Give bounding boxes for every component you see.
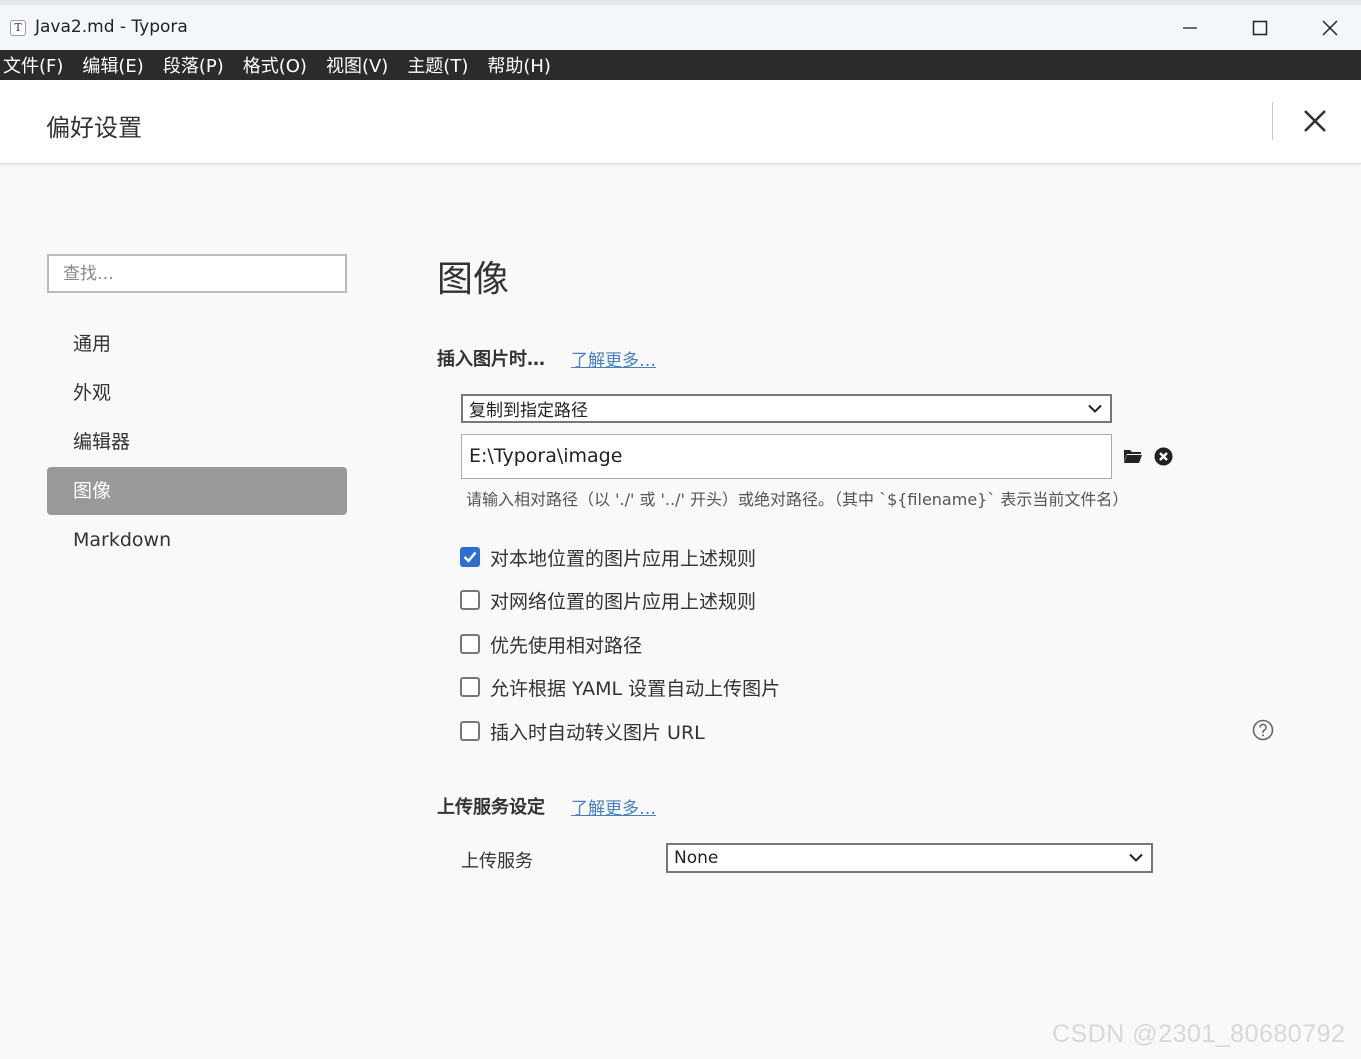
question-circle-icon <box>1252 719 1274 741</box>
option-label: 允许根据 YAML 设置自动上传图片 <box>490 677 781 700</box>
preferences-title: 偏好设置 <box>46 114 142 142</box>
maximize-button[interactable] <box>1230 10 1290 46</box>
insert-action-select[interactable]: 复制到指定路径 <box>461 394 1112 423</box>
sidebar-item-editor[interactable]: 编辑器 <box>47 418 347 466</box>
preferences-header: 偏好设置 <box>0 80 1361 164</box>
image-path-input[interactable]: E:\Typora\image <box>461 434 1112 479</box>
path-hint: 请输入相对路径（以 './' 或 '../' 开头）或绝对路径。（其中 `${f… <box>466 490 1129 509</box>
preferences-search-input[interactable] <box>47 254 347 293</box>
window-title: Java2.md - Typora <box>35 17 188 37</box>
option-label: 对本地位置的图片应用上述规则 <box>490 547 757 570</box>
chevron-down-icon <box>1088 404 1102 413</box>
close-circle-icon <box>1154 447 1172 465</box>
chevron-down-icon <box>1129 853 1143 862</box>
insert-image-heading: 插入图片时… <box>437 349 545 370</box>
upload-service-select[interactable]: None <box>666 843 1153 873</box>
insert-action-value: 复制到指定路径 <box>469 401 588 421</box>
clear-path-button[interactable] <box>1152 445 1174 467</box>
upload-service-label: 上传服务 <box>461 851 533 872</box>
window-close-button[interactable] <box>1300 10 1360 46</box>
typora-app-icon: T <box>10 20 26 36</box>
checkbox[interactable] <box>460 634 480 654</box>
upload-learn-more-link[interactable]: 了解更多… <box>571 794 656 819</box>
menu-format[interactable]: 格式(O) <box>243 52 307 78</box>
help-button[interactable] <box>1252 719 1274 741</box>
menu-file[interactable]: 文件(F) <box>3 52 63 78</box>
insert-learn-more-link[interactable]: 了解更多… <box>571 346 656 371</box>
sidebar-item-appearance[interactable]: 外观 <box>47 369 347 417</box>
menu-bar: 文件(F) 编辑(E) 段落(P) 格式(O) 视图(V) 主题(T) 帮助(H… <box>0 50 1361 80</box>
header-divider <box>1272 102 1273 140</box>
menu-paragraph[interactable]: 段落(P) <box>163 52 224 78</box>
checkbox[interactable] <box>460 590 480 610</box>
checkbox[interactable] <box>460 721 480 741</box>
menu-view[interactable]: 视图(V) <box>326 52 388 78</box>
sidebar-item-markdown[interactable]: Markdown <box>47 516 347 564</box>
checkbox[interactable] <box>460 677 480 697</box>
preferences-close-button[interactable] <box>1298 104 1332 138</box>
menu-edit[interactable]: 编辑(E) <box>82 52 143 78</box>
checkbox-checked[interactable] <box>460 547 480 567</box>
folder-open-icon <box>1124 450 1142 463</box>
upload-service-value: None <box>674 848 719 868</box>
upload-settings-heading: 上传服务设定 <box>437 797 545 818</box>
minimize-button[interactable] <box>1160 10 1220 46</box>
sidebar-item-general[interactable]: 通用 <box>47 320 347 368</box>
option-label: 对网络位置的图片应用上述规则 <box>490 590 757 613</box>
option-label: 插入时自动转义图片 URL <box>490 721 705 744</box>
maximize-icon <box>1252 20 1268 36</box>
option-label: 优先使用相对路径 <box>490 634 643 657</box>
option-network-images[interactable]: 对网络位置的图片应用上述规则 <box>460 588 757 613</box>
option-prefer-relative-path[interactable]: 优先使用相对路径 <box>460 632 643 657</box>
checkmark-icon <box>463 551 477 563</box>
section-title: 图像 <box>437 259 510 300</box>
close-icon <box>1322 20 1338 36</box>
menu-theme[interactable]: 主题(T) <box>407 52 468 78</box>
option-local-images[interactable]: 对本地位置的图片应用上述规则 <box>460 545 757 570</box>
option-yaml-auto-upload[interactable]: 允许根据 YAML 设置自动上传图片 <box>460 675 781 700</box>
menu-help[interactable]: 帮助(H) <box>487 52 551 78</box>
close-icon <box>1304 110 1326 132</box>
window-title-bar: T Java2.md - Typora <box>0 0 1361 50</box>
minimize-icon <box>1183 27 1197 29</box>
sidebar-item-image[interactable]: 图像 <box>47 467 347 515</box>
option-escape-image-url[interactable]: 插入时自动转义图片 URL <box>460 719 705 744</box>
watermark-text: CSDN @2301_80680792 <box>1052 1020 1346 1048</box>
browse-folder-button[interactable] <box>1122 445 1144 467</box>
